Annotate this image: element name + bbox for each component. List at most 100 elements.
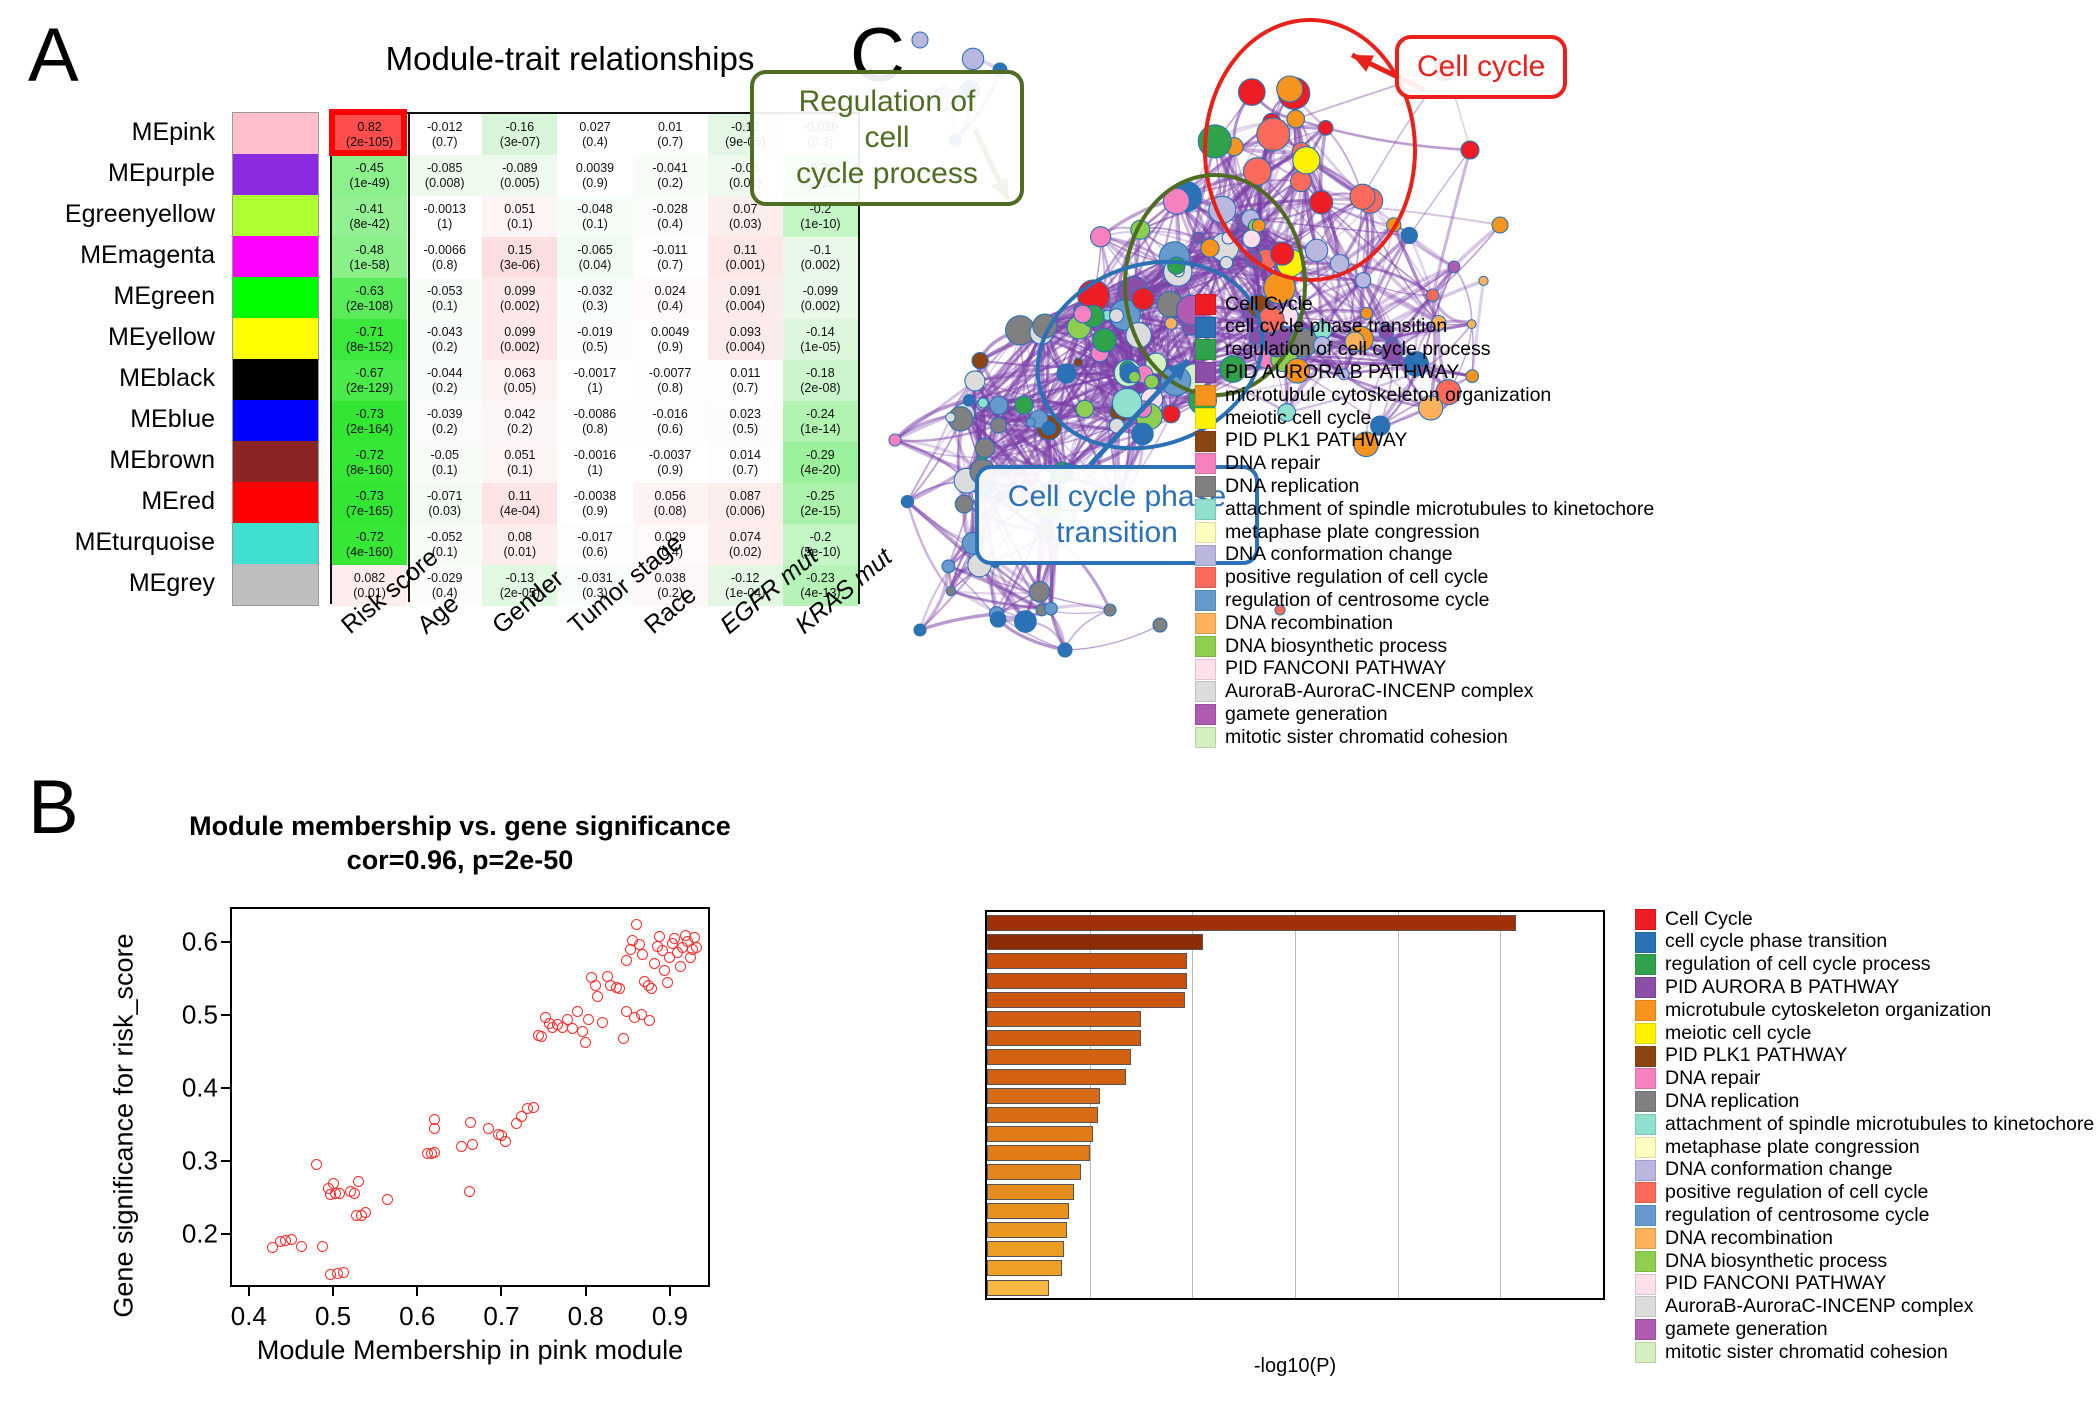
network-node bbox=[1073, 304, 1093, 324]
heatmap-cell: 0.042 (0.2) bbox=[482, 401, 558, 442]
heatmap-cell-correlation: -0.73 bbox=[355, 488, 384, 503]
heatmap-cell-pvalue: (0.4) bbox=[582, 134, 608, 149]
scatter-point bbox=[316, 1241, 328, 1253]
scatter-plot-area: 0.2 0.3 0.4 0.5 0.6 0.4 0.5 0.6 0.7 0.8 0.9 bbox=[182, 907, 710, 1331]
network-node bbox=[989, 610, 1007, 628]
scatter-point bbox=[527, 1101, 539, 1113]
heatmap-cell-pvalue: (0.02) bbox=[728, 544, 762, 559]
bar-legend-item: metaphase plate congression bbox=[1635, 1136, 2094, 1159]
network-node bbox=[1014, 395, 1034, 415]
network-node bbox=[1073, 357, 1084, 368]
heatmap-cell-correlation: -0.011 bbox=[652, 242, 688, 257]
heatmap-cell: 0.11 (4e-04) bbox=[482, 483, 558, 524]
heatmap-cell-pvalue: (0.7) bbox=[732, 380, 759, 395]
heatmap-cell-pvalue: (0.004) bbox=[725, 298, 766, 313]
network-legend: Cell Cycle cell cycle phase transition reg… bbox=[1195, 293, 1654, 749]
heatmap-row: -0.73 (7e-165) -0.071 (0.03) 0.11 (4e-04) -0.0… bbox=[332, 483, 858, 524]
heatmap-cell-correlation: -0.67 bbox=[355, 365, 384, 380]
heatmap-cell-correlation: 0.091 bbox=[729, 283, 761, 298]
legend-item-label: gamete generation bbox=[1665, 1317, 1828, 1340]
heatmap-cell: -0.0013 (1) bbox=[407, 196, 483, 237]
network-node bbox=[1167, 256, 1186, 275]
scatter-y-tick-mark bbox=[221, 940, 232, 943]
scatter-point bbox=[618, 1032, 630, 1044]
legend-color-swatch bbox=[1635, 1296, 1656, 1318]
network-legend-item: DNA replication bbox=[1195, 475, 1654, 498]
legend-item-label: DNA conformation change bbox=[1665, 1158, 1893, 1181]
heatmap-cell-pvalue: (0.7) bbox=[431, 134, 458, 149]
heatmap-cell: -0.048 (0.1) bbox=[557, 196, 633, 237]
heatmap-cell: -0.0066 (0.8) bbox=[407, 237, 483, 278]
legend-item-label: DNA biosynthetic process bbox=[1225, 634, 1448, 657]
network-node bbox=[1447, 260, 1461, 274]
heatmap-cell: 0.0039 (0.9) bbox=[557, 155, 633, 196]
heatmap-row-label: MEblack bbox=[119, 364, 215, 392]
scatter-point bbox=[348, 1187, 360, 1199]
legend-item-label: DNA recombination bbox=[1665, 1226, 1833, 1249]
bar-legend-item: Cell Cycle bbox=[1635, 908, 2094, 931]
heatmap-cell-pvalue: (0.7) bbox=[657, 134, 683, 149]
bar-row bbox=[987, 1087, 1603, 1106]
legend-item-label: AuroraB-AuroraC-INCENP complex bbox=[1225, 680, 1534, 703]
scatter-point bbox=[464, 1116, 476, 1128]
heatmap-row-label: MEgrey bbox=[128, 569, 215, 597]
bar-row bbox=[987, 1202, 1603, 1221]
scatter-point bbox=[334, 1187, 346, 1199]
scatter-y-tick-mark bbox=[221, 1087, 232, 1090]
network-node bbox=[1028, 581, 1051, 603]
heatmap-cell-correlation: -0.0038 bbox=[573, 488, 617, 503]
bar-row bbox=[987, 1183, 1603, 1202]
scatter-point bbox=[630, 918, 642, 930]
heatmap-row-label: Egreenyellow bbox=[64, 200, 215, 228]
network-node bbox=[945, 585, 957, 597]
network-node bbox=[1144, 374, 1160, 390]
network-legend-item: PID PLK1 PATHWAY bbox=[1195, 430, 1654, 453]
legend-item-label: PID FANCONI PATHWAY bbox=[1665, 1272, 1887, 1295]
heatmap-cell-pvalue: (1) bbox=[437, 216, 453, 231]
heatmap-cell: 0.024 (0.4) bbox=[632, 278, 708, 319]
network-node bbox=[1041, 421, 1057, 436]
scatter-point bbox=[352, 1176, 364, 1188]
heatmap-cell: -0.019 (0.5) bbox=[557, 319, 633, 360]
heatmap-module-swatch bbox=[233, 482, 318, 523]
network-node bbox=[1164, 316, 1178, 330]
bar-legend-item: DNA conformation change bbox=[1635, 1159, 2094, 1182]
scatter-point bbox=[659, 964, 671, 976]
heatmap-cell-pvalue: (8e-152) bbox=[345, 339, 394, 354]
legend-color-swatch bbox=[1635, 1136, 1656, 1158]
heatmap-cell-correlation: -0.043 bbox=[426, 324, 463, 339]
heatmap-cell-pvalue: (0.006) bbox=[725, 503, 766, 518]
legend-color-swatch bbox=[1195, 635, 1216, 657]
heatmap-cell-correlation: -0.0086 bbox=[573, 406, 617, 421]
heatmap-highlight-box bbox=[329, 109, 407, 156]
bar-row bbox=[987, 1221, 1603, 1240]
callout-cell-cycle: Cell cycle bbox=[1395, 35, 1568, 99]
heatmap-row-label: MEred bbox=[141, 487, 215, 515]
bar-x-tick-mark bbox=[1397, 1298, 1399, 1300]
heatmap-cell: -0.0077 (0.8) bbox=[632, 360, 708, 401]
bar-legend-item: DNA repair bbox=[1635, 1068, 2094, 1091]
bar-row bbox=[987, 1125, 1603, 1144]
heatmap-cell-correlation: 0.0039 bbox=[575, 160, 615, 175]
scatter-x-tick-mark bbox=[247, 1285, 250, 1296]
heatmap-cell-correlation: -0.72 bbox=[355, 447, 384, 462]
bar-row bbox=[987, 914, 1603, 933]
network-node bbox=[1256, 117, 1291, 152]
network-node bbox=[913, 623, 927, 637]
bar bbox=[987, 1049, 1131, 1066]
bar-x-tick-mark bbox=[1089, 1298, 1091, 1300]
scatter-point bbox=[645, 983, 657, 995]
scatter-point bbox=[674, 961, 686, 973]
heatmap-cell: 0.074 (0.02) bbox=[707, 524, 783, 565]
scatter-point bbox=[429, 1123, 441, 1135]
network-node bbox=[888, 433, 902, 447]
heatmap-cell-correlation: -0.053 bbox=[426, 283, 463, 298]
heatmap-cell-correlation: -0.044 bbox=[426, 365, 463, 380]
legend-color-swatch bbox=[1195, 567, 1216, 589]
heatmap-cell-pvalue: (0.002) bbox=[500, 339, 540, 354]
heatmap-cell: -0.41 (8e-42) bbox=[332, 196, 408, 237]
heatmap-module-swatch bbox=[233, 564, 318, 605]
heatmap-cell-pvalue: (7e-165) bbox=[345, 503, 394, 518]
bar-row bbox=[987, 991, 1603, 1010]
heatmap-cell-correlation: 0.051 bbox=[504, 201, 536, 216]
